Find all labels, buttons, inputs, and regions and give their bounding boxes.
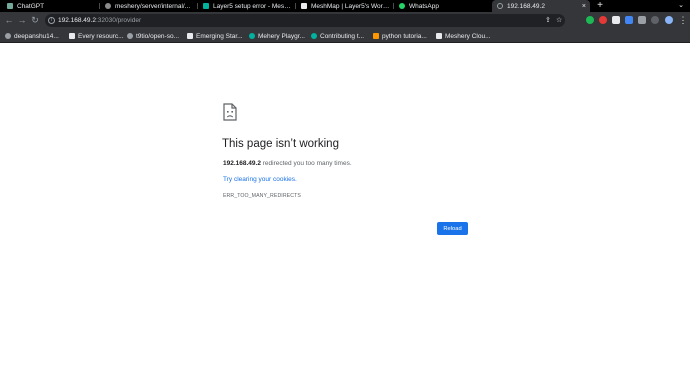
tab-whatsapp[interactable]: WhatsApp: [394, 0, 492, 12]
forward-arrow-icon[interactable]: →: [17, 14, 27, 26]
bookmark-label: deepanshu14...: [14, 32, 59, 40]
bookmark-item[interactable]: Emerging Star...: [187, 29, 243, 43]
bookmark-favicon-icon: [69, 33, 75, 39]
error-title: This page isn’t working: [222, 138, 339, 150]
tab-title: Layer5 setup error - Mesh...: [213, 2, 292, 10]
reload-button[interactable]: Reload: [437, 222, 468, 235]
tab-search-chevron-icon[interactable]: ⌄: [676, 0, 686, 12]
bookmark-item[interactable]: python tutoria...: [373, 29, 427, 43]
bookmark-favicon-icon: [436, 33, 442, 39]
bookmark-item[interactable]: deepanshu14...: [5, 29, 59, 43]
extension-white-icon[interactable]: [612, 16, 620, 24]
menu-kebab-icon[interactable]: ⋮: [678, 14, 688, 26]
meshmap-favicon-icon: [301, 3, 307, 9]
profile-avatar[interactable]: [665, 16, 673, 24]
share-icon[interactable]: ⇪: [545, 14, 551, 27]
error-description-text: redirected you too many times.: [260, 160, 352, 167]
sad-page-icon: [223, 103, 237, 121]
bookmark-label: Meshery Clou...: [445, 32, 491, 40]
bookmark-label: python tutoria...: [382, 32, 427, 40]
new-tab-button[interactable]: +: [594, 0, 606, 12]
bookmark-favicon-icon: [311, 33, 317, 39]
bookmark-favicon-icon: [187, 33, 193, 39]
tab-meshery-github[interactable]: meshery/server/internal/...: [100, 0, 198, 12]
error-host: 192.168.49.2: [223, 160, 261, 167]
tab-title: meshery/server/internal/...: [115, 2, 191, 10]
tab-title: ChatGPT: [17, 2, 45, 10]
layer5-favicon-icon: [203, 3, 209, 9]
browser-toolbar: ← → ↻ i 192.168.49.2:32030/provider ⇪ ☆ …: [0, 12, 690, 29]
bookmark-item[interactable]: Mehery Playgr...: [249, 29, 305, 43]
bookmark-item[interactable]: t9tio/open-so...: [127, 29, 179, 43]
tab-active-192-168-49-2[interactable]: 192.168.49.2 ×: [492, 0, 590, 12]
reload-icon[interactable]: ↻: [30, 14, 40, 26]
bookmark-label: t9tio/open-so...: [136, 32, 179, 40]
tab-title: MeshMap | Layer5's Work...: [311, 2, 390, 10]
close-tab-icon[interactable]: ×: [582, 3, 586, 10]
bookmark-favicon-icon: [5, 33, 11, 39]
tab-title: WhatsApp: [409, 2, 439, 10]
error-description: 192.168.49.2 redirected you too many tim…: [223, 160, 352, 167]
bookmarks-bar: deepanshu14... Every resourc... t9tio/op…: [0, 29, 690, 43]
bookmark-item[interactable]: Contributing t...: [311, 29, 364, 43]
github-favicon-icon: [105, 3, 111, 9]
chatgpt-favicon-icon: [7, 3, 13, 9]
bookmark-label: Contributing t...: [320, 32, 365, 40]
bookmark-favicon-icon: [127, 33, 133, 39]
clear-cookies-link[interactable]: Try clearing your cookies.: [223, 176, 297, 183]
bookmark-favicon-icon: [373, 33, 379, 39]
whatsapp-favicon-icon: [399, 3, 405, 9]
address-bar[interactable]: i 192.168.49.2:32030/provider ⇪ ☆: [45, 14, 565, 27]
tab-layer5-setup-error[interactable]: Layer5 setup error - Mesh...: [198, 0, 296, 12]
error-code: ERR_TOO_MANY_REDIRECTS: [223, 193, 301, 199]
extensions-puzzle-icon[interactable]: [638, 16, 646, 24]
tab-chatgpt[interactable]: ChatGPT: [2, 0, 100, 12]
bookmark-star-icon[interactable]: ☆: [556, 14, 562, 27]
bookmark-item[interactable]: Every resourc...: [69, 29, 124, 43]
extension-green-icon[interactable]: [586, 16, 594, 24]
url-text[interactable]: 192.168.49.2:32030/provider: [58, 14, 141, 27]
adblock-extension-icon[interactable]: [599, 16, 607, 24]
globe-favicon-icon: [497, 3, 503, 9]
site-info-icon[interactable]: i: [48, 17, 55, 24]
extension-blue-icon[interactable]: [625, 16, 633, 24]
bookmark-label: Mehery Playgr...: [258, 32, 305, 40]
page-content: [0, 43, 690, 391]
tab-strip: ChatGPT meshery/server/internal/... Laye…: [0, 0, 690, 12]
bookmark-item[interactable]: Meshery Clou...: [436, 29, 491, 43]
back-arrow-icon[interactable]: ←: [4, 14, 14, 26]
bookmark-label: Emerging Star...: [196, 32, 243, 40]
sidebar-icon[interactable]: [651, 16, 659, 24]
tab-title: 192.168.49.2: [507, 2, 545, 10]
bookmark-favicon-icon: [249, 33, 255, 39]
bookmark-label: Every resourc...: [78, 32, 124, 40]
tab-meshmap[interactable]: MeshMap | Layer5's Work...: [296, 0, 394, 12]
